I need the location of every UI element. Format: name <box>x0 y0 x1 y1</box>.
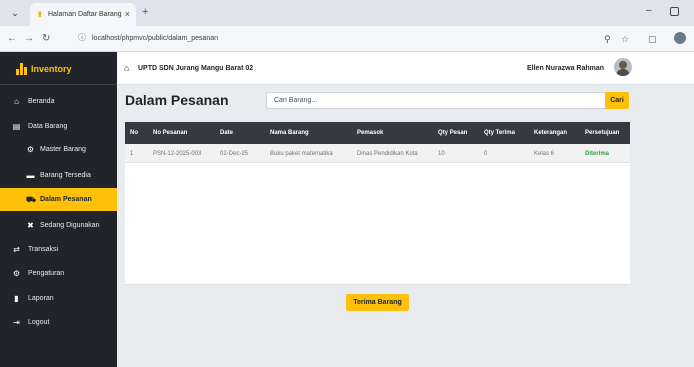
boxes-icon: ▬ <box>26 171 35 180</box>
tools-icon: ✖ <box>27 221 34 230</box>
top-header: ⌂ UPTD SDN Jurang Mangu Barat 02 Ellen N… <box>117 52 694 85</box>
cart-icon: ⛟ <box>26 195 37 204</box>
logout-icon: ⇥ <box>13 318 20 327</box>
cell-supplier: Dinas Pendidikan Kota <box>357 151 418 157</box>
inventory-logo-icon <box>16 63 28 75</box>
profile-avatar-icon[interactable] <box>674 32 686 44</box>
sidebar-item-label: Sedang Digunakan <box>40 222 100 229</box>
sidebar-item-transaksi[interactable]: ⇄ Transaksi <box>0 238 117 260</box>
sidebar-item-dalam-pesanan[interactable]: ⛟ Dalam Pesanan <box>0 188 117 211</box>
orders-table: No No Pesanan Date Nama Barang Pemasok Q… <box>125 122 630 284</box>
window-maximize-icon[interactable] <box>670 7 679 16</box>
column-header: Qty Pesan <box>438 130 468 136</box>
sidebar-item-label: Logout <box>28 319 50 326</box>
column-header: Date <box>220 130 234 136</box>
column-header: Nama Barang <box>270 130 309 136</box>
sidebar-item-logout[interactable]: ⇥ Logout <box>0 311 117 333</box>
brand-name: Inventory <box>31 64 72 74</box>
gears-icon: ⚙ <box>12 269 21 278</box>
sidebar: Inventory ⌂ Beranda ▤ Data Barang ⚙ Mast… <box>0 52 117 367</box>
search-button[interactable]: Cari <box>605 92 629 109</box>
zoom-icon[interactable]: ⚲ <box>604 33 611 45</box>
cell-item-name: Buku paket matematika <box>270 151 333 157</box>
sidebar-item-label: Barang Tersedia <box>40 172 91 179</box>
window-minimize-icon[interactable]: – <box>646 5 652 17</box>
search-input[interactable] <box>266 92 629 109</box>
sidebar-item-barang-tersedia[interactable]: ▬ Barang Tersedia <box>0 164 117 186</box>
bookmark-star-icon[interactable]: ☆ <box>621 33 629 45</box>
address-url: localhost/phpmvc/public/dalam_pesanan <box>92 35 219 42</box>
extensions-icon[interactable]: ▢ <box>648 33 657 45</box>
sidebar-item-sedang-digunakan[interactable]: ✖ Sedang Digunakan <box>0 214 117 236</box>
tab-search-chevron-icon[interactable]: ⌄ <box>8 6 22 20</box>
column-header: Pemasok <box>357 130 384 136</box>
site-info-icon[interactable]: ⓘ <box>78 33 86 43</box>
column-header: Qty Terima <box>484 130 515 136</box>
cell-order-number: PSN-12-2025-003 <box>153 151 202 157</box>
sidebar-item-label: Data Barang <box>28 123 68 130</box>
file-icon: ▮ <box>14 294 19 303</box>
browser-tab[interactable]: ▮ Halaman Daftar Barang × <box>30 3 136 26</box>
tab-title: Halaman Daftar Barang <box>48 11 122 18</box>
sidebar-item-label: Master Barang <box>40 146 86 153</box>
database-icon: ▤ <box>12 122 21 131</box>
school-name: UPTD SDN Jurang Mangu Barat 02 <box>138 65 254 72</box>
page-title: Dalam Pesanan <box>125 92 229 108</box>
sidebar-item-data-barang[interactable]: ▤ Data Barang <box>0 115 117 137</box>
cell-qty-ordered: 10 <box>438 151 445 157</box>
sidebar-item-pengaturan[interactable]: ⚙ Pengaturan <box>0 262 117 284</box>
avatar[interactable] <box>614 58 632 76</box>
exchange-icon: ⇄ <box>13 245 20 254</box>
new-tab-icon[interactable]: + <box>142 5 148 19</box>
user-name[interactable]: Ellen Nurazwa Rahman <box>527 64 604 73</box>
column-header: Keterangan <box>534 130 568 136</box>
browser-tab-strip: ⌄ ▮ Halaman Daftar Barang × + – <box>0 0 694 26</box>
brand[interactable]: Inventory <box>0 52 117 85</box>
sidebar-item-label: Pengaturan <box>28 270 65 277</box>
address-bar[interactable]: ⓘ localhost/phpmvc/public/dalam_pesanan <box>78 29 634 49</box>
reload-icon[interactable]: ↻ <box>42 33 50 45</box>
receive-items-button[interactable]: Terima Barang <box>346 294 409 311</box>
status-badge: Diterima <box>585 151 610 157</box>
sidebar-item-label: Laporan <box>28 295 54 302</box>
sidebar-item-label: Dalam Pesanan <box>40 196 92 203</box>
school-icon: ⌂ <box>124 63 130 73</box>
divider <box>125 284 630 285</box>
cell-date: 02-Dec-25 <box>220 151 249 157</box>
sidebar-item-master-barang[interactable]: ⚙ Master Barang <box>0 138 117 160</box>
column-header: No <box>130 130 138 136</box>
tab-close-icon[interactable]: × <box>125 9 130 19</box>
back-arrow-icon[interactable]: ← <box>7 33 17 45</box>
table-header: No No Pesanan Date Nama Barang Pemasok Q… <box>125 122 630 144</box>
table-row[interactable]: 1 PSN-12-2025-003 02-Dec-25 Buku paket m… <box>125 144 630 163</box>
sidebar-item-beranda[interactable]: ⌂ Beranda <box>0 90 117 112</box>
cell-qty-received: 0 <box>484 151 488 157</box>
sidebar-item-laporan[interactable]: ▮ Laporan <box>0 287 117 309</box>
cell-note: Kelas 6 <box>534 151 555 157</box>
forward-arrow-icon[interactable]: → <box>24 33 34 45</box>
home-icon: ⌂ <box>14 97 19 106</box>
gear-icon: ⚙ <box>26 145 35 154</box>
column-header: No Pesanan <box>153 130 188 136</box>
sidebar-item-label: Transaksi <box>28 246 59 253</box>
cell-no: 1 <box>130 151 134 157</box>
tab-favicon-icon: ▮ <box>38 11 42 18</box>
column-header: Persetujuan <box>585 130 620 136</box>
sidebar-item-label: Beranda <box>28 98 55 105</box>
browser-toolbar: ← → ↻ ⓘ localhost/phpmvc/public/dalam_pe… <box>0 26 694 52</box>
